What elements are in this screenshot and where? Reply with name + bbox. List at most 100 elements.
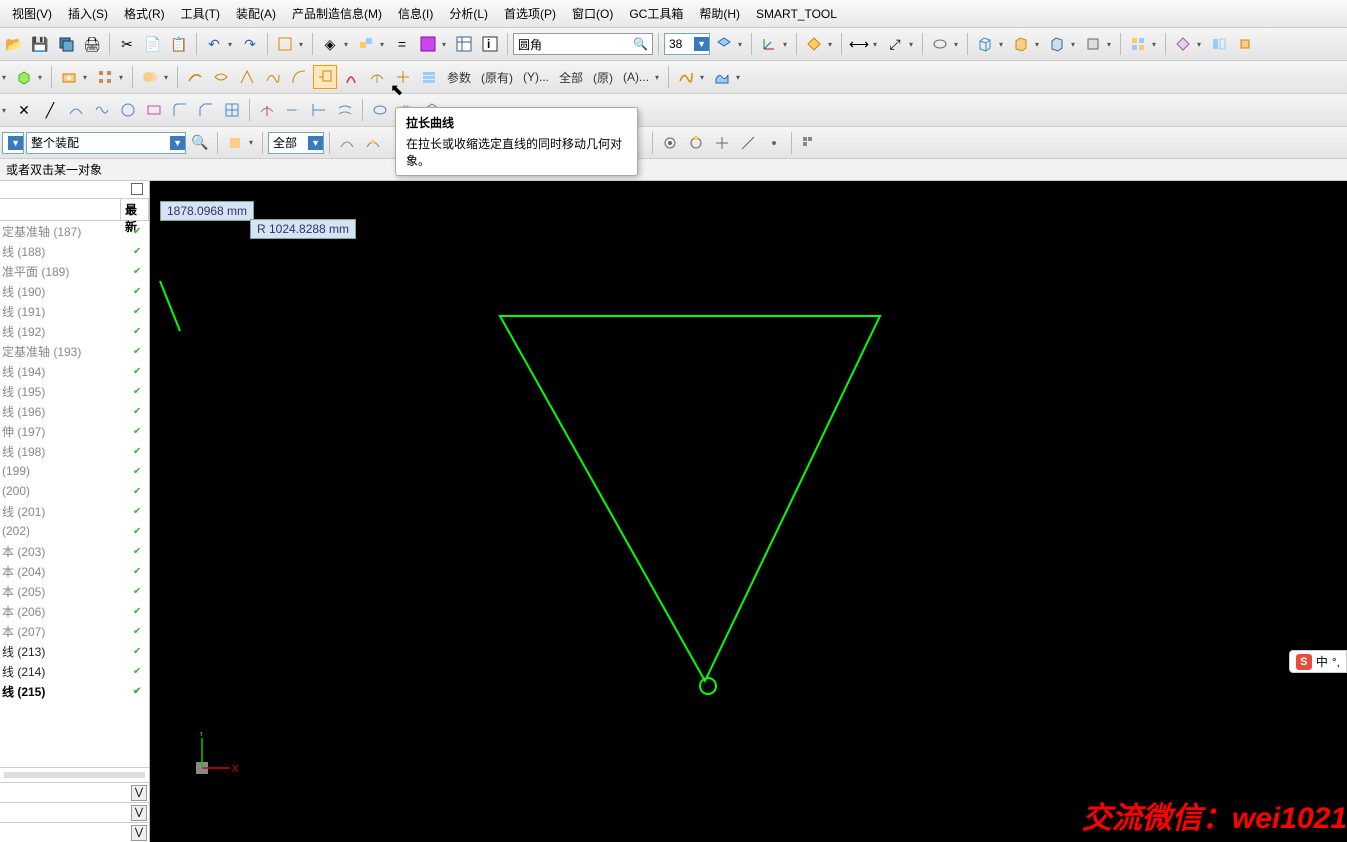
chamfer-icon[interactable]	[194, 98, 218, 122]
tree-item[interactable]: (199)✔	[0, 461, 149, 481]
snap-line-icon[interactable]	[736, 131, 760, 155]
tree-item[interactable]: 线 (190)✔	[0, 281, 149, 301]
snap-point-icon[interactable]	[762, 131, 786, 155]
pattern-icon[interactable]	[93, 65, 117, 89]
csys-icon[interactable]	[757, 32, 781, 56]
existing-label[interactable]: (原有)	[477, 69, 517, 86]
surface-icon[interactable]	[710, 65, 734, 89]
tree-list[interactable]: 定基准轴 (187)✔线 (188)✔准平面 (189)✔线 (190)✔线 (…	[0, 221, 149, 767]
point-icon[interactable]: ✕	[12, 98, 36, 122]
menu-tools[interactable]: 工具(T)	[173, 1, 228, 26]
feature-icon[interactable]	[354, 32, 378, 56]
tree-item[interactable]: 定基准轴 (193)✔	[0, 341, 149, 361]
menu-pmi[interactable]: 产品制造信息(M)	[284, 1, 390, 26]
tree-item[interactable]: 线 (191)✔	[0, 301, 149, 321]
tree-item[interactable]: 线 (198)✔	[0, 441, 149, 461]
trim-body-icon[interactable]	[1171, 32, 1195, 56]
stretch-curve-icon[interactable]	[313, 65, 337, 89]
orient-icon[interactable]	[802, 32, 826, 56]
curve-1-icon[interactable]	[183, 65, 207, 89]
ellipse-icon[interactable]	[368, 98, 392, 122]
grid-snap-icon[interactable]	[220, 98, 244, 122]
tree-item[interactable]: 线 (192)✔	[0, 321, 149, 341]
sketch-icon[interactable]	[273, 32, 297, 56]
datum-icon[interactable]: ◈	[318, 32, 342, 56]
offset-icon[interactable]	[333, 98, 357, 122]
tree-item[interactable]: 本 (205)✔	[0, 581, 149, 601]
tree-item[interactable]: 线 (201)✔	[0, 501, 149, 521]
snap-center-icon[interactable]	[658, 131, 682, 155]
menu-gc-toolbox[interactable]: GC工具箱	[621, 1, 691, 26]
dim-icon[interactable]: ⤢	[883, 32, 907, 56]
params-label[interactable]: 参数	[443, 69, 475, 86]
tree-item[interactable]: 线 (196)✔	[0, 401, 149, 421]
a-label[interactable]: (A)...	[619, 70, 653, 84]
ime-indicator[interactable]: S 中 °,	[1289, 650, 1347, 673]
tree-item[interactable]: 本 (204)✔	[0, 561, 149, 581]
curve-icon[interactable]	[90, 98, 114, 122]
tree-item[interactable]: 线 (213)✔	[0, 641, 149, 661]
curve-4-icon[interactable]	[261, 65, 285, 89]
grid-icon[interactable]	[1126, 32, 1150, 56]
info-icon[interactable]: i	[478, 32, 502, 56]
save-icon[interactable]: 💾	[28, 32, 52, 56]
menu-smart-tool[interactable]: SMART_TOOL	[748, 3, 845, 25]
tree-item[interactable]: 线 (195)✔	[0, 381, 149, 401]
scale-body-icon[interactable]	[1233, 32, 1257, 56]
menu-help[interactable]: 帮助(H)	[691, 1, 748, 26]
menu-insert[interactable]: 插入(S)	[60, 1, 116, 26]
extend-icon[interactable]	[281, 98, 305, 122]
arc-icon[interactable]	[64, 98, 88, 122]
snap-plus-icon[interactable]	[710, 131, 734, 155]
mirror-body-icon[interactable]	[1207, 32, 1231, 56]
params-list-icon[interactable]	[417, 65, 441, 89]
spreadsheet-icon[interactable]	[452, 32, 476, 56]
tree-item[interactable]: 线 (188)✔	[0, 241, 149, 261]
unite-icon[interactable]	[138, 65, 162, 89]
curve-2-icon[interactable]	[209, 65, 233, 89]
copy-icon[interactable]: 📄	[141, 32, 165, 56]
dim-h-icon[interactable]: ⟷	[847, 32, 871, 56]
rect-icon[interactable]	[142, 98, 166, 122]
menu-assembly[interactable]: 装配(A)	[228, 1, 284, 26]
tree-collapse-icon[interactable]	[131, 183, 143, 195]
menu-analyze[interactable]: 分析(L)	[441, 1, 496, 26]
tree-item[interactable]: (202)✔	[0, 521, 149, 541]
section-icon[interactable]	[928, 32, 952, 56]
tree-item[interactable]: 定基准轴 (187)✔	[0, 221, 149, 241]
tree-item[interactable]: 准平面 (189)✔	[0, 261, 149, 281]
paste-icon[interactable]: 📋	[167, 32, 191, 56]
save-all-icon[interactable]	[54, 32, 78, 56]
hole-icon[interactable]	[57, 65, 81, 89]
feature-combo[interactable]: 圆角 🔍	[513, 33, 653, 55]
graphics-canvas[interactable]: 1878.0968 mm R 1024.8288 mm X Y 交流微信：wei…	[150, 181, 1347, 842]
snap-quad-icon[interactable]	[684, 131, 708, 155]
curve-3-icon[interactable]	[235, 65, 259, 89]
all-label[interactable]: 全部	[555, 69, 587, 86]
tree-dropdown-3[interactable]: ⋁	[131, 825, 147, 841]
select-1-icon[interactable]	[223, 131, 247, 155]
tree-item[interactable]: 本 (206)✔	[0, 601, 149, 621]
tree-dropdown-1[interactable]: ⋁	[131, 785, 147, 801]
y-label[interactable]: (Y)...	[519, 70, 553, 84]
tree-item[interactable]: 线 (215)✔	[0, 681, 149, 701]
sel-tangent-icon[interactable]	[361, 131, 385, 155]
mode-combo[interactable]: 全部▼	[268, 132, 324, 154]
equals-icon[interactable]: =	[390, 32, 414, 56]
menu-prefs[interactable]: 首选项(P)	[496, 1, 564, 26]
face-icon[interactable]	[1081, 32, 1105, 56]
layers-icon[interactable]	[712, 32, 736, 56]
cube-edges-icon[interactable]	[1045, 32, 1069, 56]
tree-item[interactable]: (200)✔	[0, 481, 149, 501]
layer-number[interactable]: 38 ▼	[664, 33, 710, 55]
expression-icon[interactable]	[416, 32, 440, 56]
menu-view[interactable]: 视图(V)	[4, 1, 60, 26]
open-icon[interactable]: 📂	[2, 32, 26, 56]
tree-item[interactable]: 本 (203)✔	[0, 541, 149, 561]
fillet-icon[interactable]	[168, 98, 192, 122]
grid-display-icon[interactable]	[797, 131, 821, 155]
tree-item[interactable]: 线 (194)✔	[0, 361, 149, 381]
curve-8-icon[interactable]	[365, 65, 389, 89]
undo-icon[interactable]: ↶	[202, 32, 226, 56]
curve-5-icon[interactable]	[287, 65, 311, 89]
